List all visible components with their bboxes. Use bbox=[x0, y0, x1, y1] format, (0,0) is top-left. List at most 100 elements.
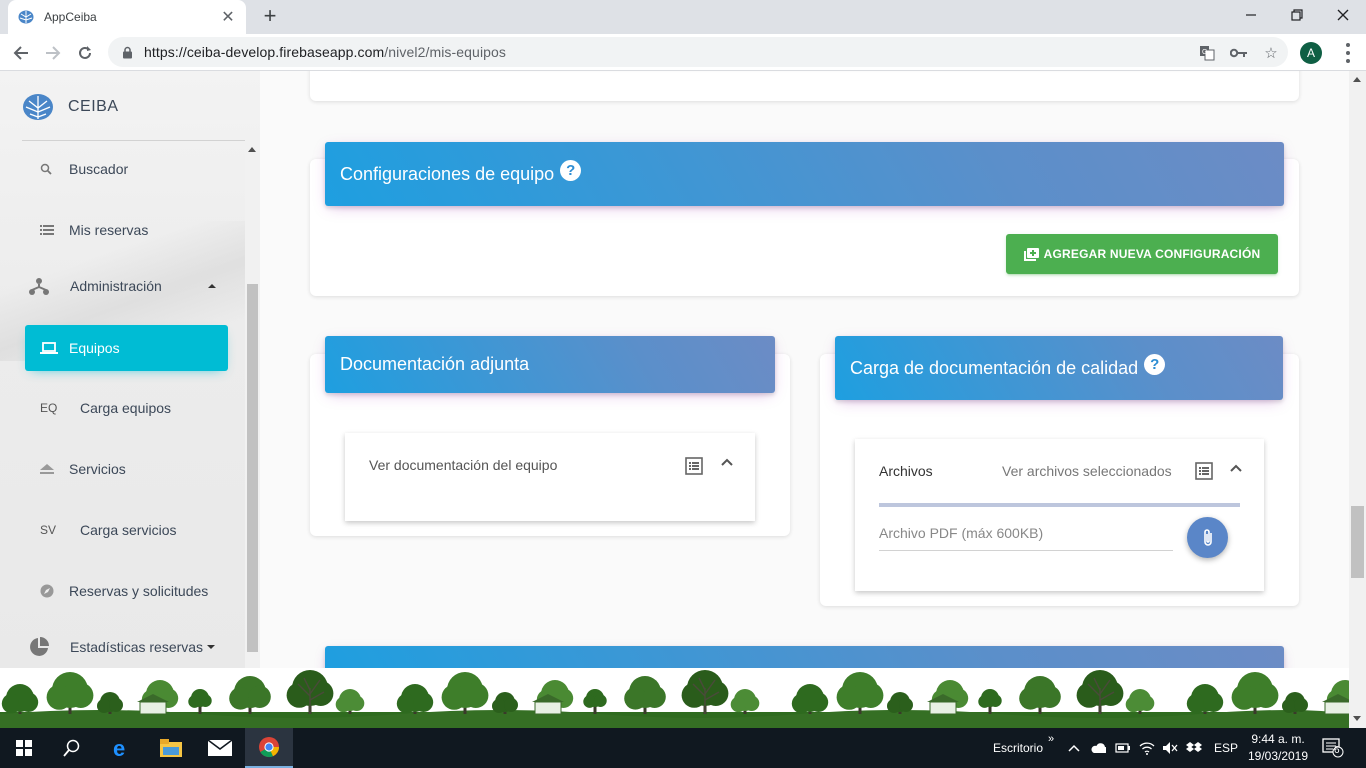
sidebar-item-label: Estadísticas reservas bbox=[70, 639, 204, 655]
help-icon[interactable]: ? bbox=[1144, 353, 1166, 375]
window-close-icon[interactable] bbox=[1320, 0, 1366, 30]
docs-panel[interactable]: Ver documentación del equipo bbox=[345, 433, 755, 521]
more-menu-icon[interactable] bbox=[1342, 43, 1354, 63]
view-docs-text: Ver documentación del equipo bbox=[369, 457, 558, 473]
browser-toolbar: https://ceiba-develop.firebaseapp.com/ni… bbox=[0, 34, 1366, 71]
docs-header: Documentación adjunta bbox=[325, 336, 775, 393]
scroll-down-icon[interactable] bbox=[1353, 716, 1361, 721]
back-icon[interactable] bbox=[8, 40, 34, 66]
restore-icon[interactable] bbox=[1274, 0, 1320, 30]
divider bbox=[22, 140, 245, 141]
add-configuration-button[interactable]: AGREGAR NUEVA CONFIGURACIÓN bbox=[1006, 234, 1278, 274]
file-explorer-icon[interactable] bbox=[147, 728, 195, 768]
list-icon bbox=[25, 225, 69, 235]
sidebar-item-label: Buscador bbox=[69, 161, 129, 177]
help-icon[interactable]: ? bbox=[560, 159, 582, 181]
forward-icon[interactable] bbox=[40, 40, 66, 66]
edge-browser-icon[interactable]: e bbox=[98, 728, 146, 768]
sidebar-item-label: Reservas y solicitudes bbox=[69, 583, 209, 599]
star-icon[interactable]: ☆ bbox=[1262, 44, 1280, 62]
sidebar-item-label: Equipos bbox=[69, 340, 120, 356]
sidebar-item-reservas-solicitudes[interactable]: Reservas y solicitudes bbox=[25, 568, 228, 614]
add-configuration-label: AGREGAR NUEVA CONFIGURACIÓN bbox=[1043, 247, 1261, 261]
list-detail-icon[interactable] bbox=[1195, 462, 1213, 480]
mail-icon[interactable] bbox=[196, 728, 244, 768]
previous-card bbox=[310, 71, 1299, 101]
caret-up-icon bbox=[207, 284, 216, 288]
notification-count: 6 bbox=[1334, 745, 1340, 756]
sidebar-item-label: Mis reservas bbox=[69, 222, 149, 238]
windows-taskbar: e Escritorio » ESP 9:44 a. m. 19/03/2019… bbox=[0, 728, 1366, 768]
url-path: /nivel2/mis-equipos bbox=[384, 44, 507, 60]
scroll-up-icon[interactable] bbox=[1353, 77, 1361, 82]
scroll-thumb[interactable] bbox=[1351, 506, 1364, 578]
tab-title: AppCeiba bbox=[44, 10, 97, 24]
list-detail-icon bbox=[685, 457, 703, 475]
scroll-thumb[interactable] bbox=[247, 284, 258, 652]
url-text: https://ceiba-develop.firebaseapp.com/ni… bbox=[144, 44, 506, 60]
new-tab-button[interactable]: + bbox=[258, 5, 282, 29]
field-underline bbox=[879, 550, 1173, 551]
browser-tab[interactable]: AppCeiba ✕ bbox=[8, 0, 246, 34]
attach-file-button[interactable] bbox=[1187, 517, 1228, 558]
scroll-up-icon[interactable] bbox=[248, 147, 256, 152]
wifi-icon[interactable] bbox=[1139, 740, 1155, 756]
svg-text:G: G bbox=[1202, 49, 1207, 56]
input-language[interactable]: ESP bbox=[1214, 741, 1238, 755]
dropbox-icon[interactable] bbox=[1186, 740, 1202, 756]
translate-icon[interactable]: G bbox=[1198, 44, 1216, 62]
add-library-icon bbox=[1023, 247, 1039, 261]
sidebar-item-label: Servicios bbox=[69, 461, 126, 477]
clock-date: 19/03/2019 bbox=[1247, 749, 1309, 763]
sidebar-item-mis-reservas[interactable]: Mis reservas bbox=[25, 207, 228, 253]
lock-icon bbox=[120, 45, 134, 59]
tab-strip: AppCeiba ✕ + bbox=[0, 0, 1366, 34]
compass-icon bbox=[25, 584, 69, 598]
sidebar-item-label: Carga servicios bbox=[80, 522, 177, 538]
docs-title: Documentación adjunta bbox=[340, 354, 530, 374]
toolbar-expand-icon[interactable]: » bbox=[1048, 733, 1054, 745]
main-content: Configuraciones de equipo ? AGREGAR NUEV… bbox=[290, 71, 1319, 668]
view-selected-files-link[interactable]: Ver archivos seleccionados bbox=[1002, 463, 1172, 479]
upload-progress-bar bbox=[879, 503, 1240, 507]
reload-icon[interactable] bbox=[72, 40, 98, 66]
sidebar: CEIBA Buscador Mis reservas Administraci… bbox=[0, 71, 260, 668]
sidebar-scrollbar[interactable] bbox=[245, 141, 260, 668]
tray-chevron-icon[interactable] bbox=[1066, 740, 1082, 756]
battery-icon[interactable] bbox=[1115, 740, 1131, 756]
config-header: Configuraciones de equipo ? bbox=[325, 142, 1284, 206]
search-icon bbox=[25, 163, 69, 175]
sidebar-item-servicios[interactable]: Servicios bbox=[25, 446, 228, 492]
chevron-up-icon[interactable] bbox=[1230, 462, 1242, 474]
action-center-icon[interactable]: 6 bbox=[1322, 738, 1344, 758]
clock-time: 9:44 a. m. bbox=[1251, 732, 1305, 746]
chrome-icon[interactable] bbox=[245, 728, 293, 768]
quality-header: Carga de documentación de calidad ? bbox=[835, 336, 1283, 400]
system-clock[interactable]: 9:44 a. m. 19/03/2019 bbox=[1244, 731, 1312, 765]
tab-close-icon[interactable]: ✕ bbox=[220, 7, 236, 27]
sidebar-item-equipos[interactable]: Equipos bbox=[25, 325, 228, 371]
ceiba-favicon-icon bbox=[18, 9, 34, 25]
key-icon[interactable] bbox=[1230, 44, 1248, 62]
windows-start-icon[interactable] bbox=[0, 728, 48, 768]
onedrive-icon[interactable] bbox=[1090, 740, 1106, 756]
sidebar-item-carga-equipos[interactable]: EQ Carga equipos bbox=[25, 385, 228, 431]
files-label: Archivos bbox=[879, 463, 933, 479]
desktop-toolbar-label[interactable]: Escritorio bbox=[993, 741, 1043, 755]
chevron-up-icon[interactable] bbox=[721, 456, 733, 468]
eject-icon bbox=[25, 464, 69, 474]
minimize-icon[interactable] bbox=[1228, 0, 1274, 30]
sidebar-item-estadisticas[interactable]: Estadísticas reservas bbox=[25, 624, 228, 668]
hierarchy-icon bbox=[25, 277, 70, 295]
volume-muted-icon[interactable] bbox=[1162, 740, 1178, 756]
profile-avatar[interactable]: A bbox=[1300, 42, 1322, 64]
search-icon[interactable] bbox=[48, 728, 96, 768]
sidebar-item-carga-servicios[interactable]: SV Carga servicios bbox=[25, 507, 228, 553]
pdf-file-field[interactable]: Archivo PDF (máx 600KB) bbox=[879, 525, 1043, 541]
caret-down-icon bbox=[207, 645, 216, 649]
sidebar-item-administracion[interactable]: Administración bbox=[25, 263, 228, 309]
brand[interactable]: CEIBA bbox=[22, 93, 119, 121]
sidebar-item-buscador[interactable]: Buscador bbox=[25, 146, 228, 192]
page-scrollbar[interactable] bbox=[1349, 71, 1366, 668]
address-bar[interactable]: https://ceiba-develop.firebaseapp.com/ni… bbox=[108, 37, 1288, 67]
